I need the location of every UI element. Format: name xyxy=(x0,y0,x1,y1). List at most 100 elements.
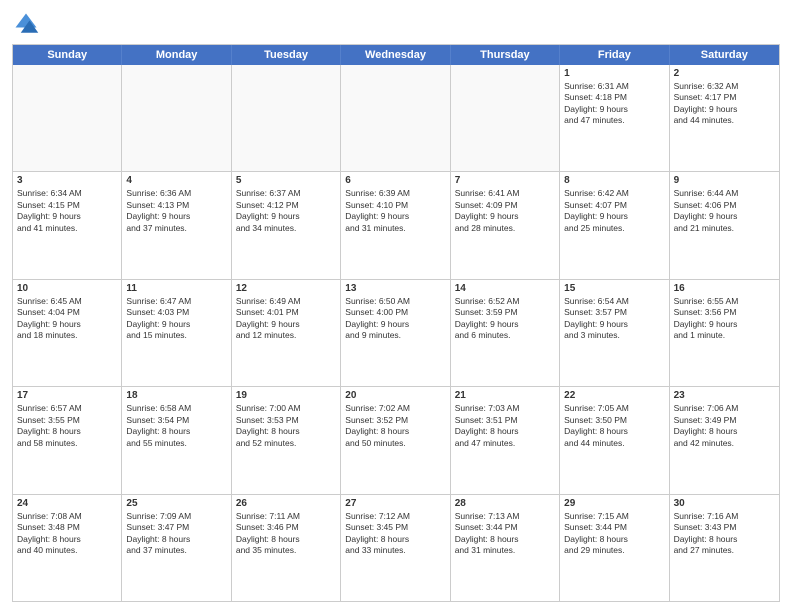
day-cell-9: 9 Sunrise: 6:44 AM Sunset: 4:06 PM Daylig… xyxy=(670,172,779,278)
day-cell-27: 27 Sunrise: 7:12 AM Sunset: 3:45 PM Dayli… xyxy=(341,495,450,601)
day-info: Sunrise: 6:50 AM Sunset: 4:00 PM Dayligh… xyxy=(345,296,445,342)
day-cell-8: 8Sunrise: 6:42 AM Sunset: 4:07 PM Daylig… xyxy=(560,172,669,278)
day-cell-empty xyxy=(451,65,560,171)
week-row-5: 24Sunrise: 7:08 AM Sunset: 3:48 PM Dayli… xyxy=(13,494,779,601)
week-row-3: 10 Sunrise: 6:45 AM Sunset: 4:04 PM Dayli… xyxy=(13,279,779,386)
day-number: 10 xyxy=(17,283,117,294)
day-cell-10: 10 Sunrise: 6:45 AM Sunset: 4:04 PM Dayli… xyxy=(13,280,122,386)
day-info: Sunrise: 7:06 AM Sunset: 3:49 PM Dayligh… xyxy=(674,403,775,449)
day-number: 27 xyxy=(345,498,445,509)
day-info: Sunrise: 6:41 AM Sunset: 4:09 PM Dayligh… xyxy=(455,188,555,234)
day-cell-1: 1 Sunrise: 6:31 AM Sunset: 4:18 PM Daylig… xyxy=(560,65,669,171)
week-row-4: 17 Sunrise: 6:57 AM Sunset: 3:55 PM Dayli… xyxy=(13,386,779,493)
day-info: Sunrise: 6:37 AM Sunset: 4:12 PM Dayligh… xyxy=(236,188,336,234)
day-number: 4 xyxy=(126,175,226,186)
day-headers: SundayMondayTuesdayWednesdayThursdayFrid… xyxy=(13,45,779,65)
day-cell-15: 15Sunrise: 6:54 AM Sunset: 3:57 PM Dayli… xyxy=(560,280,669,386)
page: SundayMondayTuesdayWednesdayThursdayFrid… xyxy=(0,0,792,612)
day-info: Sunrise: 6:57 AM Sunset: 3:55 PM Dayligh… xyxy=(17,403,117,449)
week-row-1: 1 Sunrise: 6:31 AM Sunset: 4:18 PM Daylig… xyxy=(13,65,779,171)
day-number: 1 xyxy=(564,68,664,79)
day-cell-2: 2Sunrise: 6:32 AM Sunset: 4:17 PM Daylig… xyxy=(670,65,779,171)
day-info: Sunrise: 6:52 AM Sunset: 3:59 PM Dayligh… xyxy=(455,296,555,342)
day-number: 18 xyxy=(126,390,226,401)
day-info: Sunrise: 7:16 AM Sunset: 3:43 PM Dayligh… xyxy=(674,511,775,557)
day-header-friday: Friday xyxy=(560,45,669,65)
calendar: SundayMondayTuesdayWednesdayThursdayFrid… xyxy=(12,44,780,602)
day-cell-23: 23 Sunrise: 7:06 AM Sunset: 3:49 PM Dayli… xyxy=(670,387,779,493)
day-info: Sunrise: 6:49 AM Sunset: 4:01 PM Dayligh… xyxy=(236,296,336,342)
day-cell-28: 28 Sunrise: 7:13 AM Sunset: 3:44 PM Dayli… xyxy=(451,495,560,601)
day-cell-20: 20Sunrise: 7:02 AM Sunset: 3:52 PM Dayli… xyxy=(341,387,450,493)
header xyxy=(12,10,780,38)
day-number: 2 xyxy=(674,68,775,79)
day-header-monday: Monday xyxy=(122,45,231,65)
day-number: 11 xyxy=(126,283,226,294)
day-number: 30 xyxy=(674,498,775,509)
day-number: 21 xyxy=(455,390,555,401)
day-number: 7 xyxy=(455,175,555,186)
day-info: Sunrise: 7:03 AM Sunset: 3:51 PM Dayligh… xyxy=(455,403,555,449)
day-number: 29 xyxy=(564,498,664,509)
day-cell-29: 29 Sunrise: 7:15 AM Sunset: 3:44 PM Dayli… xyxy=(560,495,669,601)
day-header-saturday: Saturday xyxy=(670,45,779,65)
day-cell-4: 4Sunrise: 6:36 AM Sunset: 4:13 PM Daylig… xyxy=(122,172,231,278)
day-info: Sunrise: 7:00 AM Sunset: 3:53 PM Dayligh… xyxy=(236,403,336,449)
day-number: 5 xyxy=(236,175,336,186)
day-number: 23 xyxy=(674,390,775,401)
day-cell-empty xyxy=(13,65,122,171)
day-cell-21: 21 Sunrise: 7:03 AM Sunset: 3:51 PM Dayli… xyxy=(451,387,560,493)
day-cell-30: 30 Sunrise: 7:16 AM Sunset: 3:43 PM Dayli… xyxy=(670,495,779,601)
day-number: 22 xyxy=(564,390,664,401)
day-number: 17 xyxy=(17,390,117,401)
day-info: Sunrise: 7:15 AM Sunset: 3:44 PM Dayligh… xyxy=(564,511,664,557)
day-info: Sunrise: 7:09 AM Sunset: 3:47 PM Dayligh… xyxy=(126,511,226,557)
week-row-2: 3Sunrise: 6:34 AM Sunset: 4:15 PM Daylig… xyxy=(13,171,779,278)
day-info: Sunrise: 6:55 AM Sunset: 3:56 PM Dayligh… xyxy=(674,296,775,342)
day-cell-25: 25Sunrise: 7:09 AM Sunset: 3:47 PM Dayli… xyxy=(122,495,231,601)
day-cell-6: 6Sunrise: 6:39 AM Sunset: 4:10 PM Daylig… xyxy=(341,172,450,278)
day-cell-3: 3Sunrise: 6:34 AM Sunset: 4:15 PM Daylig… xyxy=(13,172,122,278)
day-info: Sunrise: 6:31 AM Sunset: 4:18 PM Dayligh… xyxy=(564,81,664,127)
day-info: Sunrise: 6:42 AM Sunset: 4:07 PM Dayligh… xyxy=(564,188,664,234)
day-info: Sunrise: 6:45 AM Sunset: 4:04 PM Dayligh… xyxy=(17,296,117,342)
day-info: Sunrise: 7:13 AM Sunset: 3:44 PM Dayligh… xyxy=(455,511,555,557)
day-cell-empty xyxy=(341,65,450,171)
day-info: Sunrise: 6:58 AM Sunset: 3:54 PM Dayligh… xyxy=(126,403,226,449)
day-cell-empty xyxy=(122,65,231,171)
day-cell-5: 5 Sunrise: 6:37 AM Sunset: 4:12 PM Daylig… xyxy=(232,172,341,278)
day-info: Sunrise: 7:05 AM Sunset: 3:50 PM Dayligh… xyxy=(564,403,664,449)
day-cell-empty xyxy=(232,65,341,171)
day-info: Sunrise: 7:02 AM Sunset: 3:52 PM Dayligh… xyxy=(345,403,445,449)
day-number: 16 xyxy=(674,283,775,294)
day-info: Sunrise: 6:47 AM Sunset: 4:03 PM Dayligh… xyxy=(126,296,226,342)
day-number: 28 xyxy=(455,498,555,509)
day-number: 26 xyxy=(236,498,336,509)
day-number: 19 xyxy=(236,390,336,401)
day-cell-13: 13 Sunrise: 6:50 AM Sunset: 4:00 PM Dayli… xyxy=(341,280,450,386)
day-number: 9 xyxy=(674,175,775,186)
logo xyxy=(12,10,44,38)
day-header-sunday: Sunday xyxy=(13,45,122,65)
day-info: Sunrise: 6:39 AM Sunset: 4:10 PM Dayligh… xyxy=(345,188,445,234)
day-cell-26: 26 Sunrise: 7:11 AM Sunset: 3:46 PM Dayli… xyxy=(232,495,341,601)
weeks: 1 Sunrise: 6:31 AM Sunset: 4:18 PM Daylig… xyxy=(13,65,779,601)
day-cell-16: 16 Sunrise: 6:55 AM Sunset: 3:56 PM Dayli… xyxy=(670,280,779,386)
day-info: Sunrise: 7:08 AM Sunset: 3:48 PM Dayligh… xyxy=(17,511,117,557)
day-cell-18: 18 Sunrise: 6:58 AM Sunset: 3:54 PM Dayli… xyxy=(122,387,231,493)
day-info: Sunrise: 7:11 AM Sunset: 3:46 PM Dayligh… xyxy=(236,511,336,557)
logo-icon xyxy=(12,10,40,38)
day-number: 14 xyxy=(455,283,555,294)
day-number: 13 xyxy=(345,283,445,294)
day-number: 15 xyxy=(564,283,664,294)
day-info: Sunrise: 6:34 AM Sunset: 4:15 PM Dayligh… xyxy=(17,188,117,234)
day-number: 12 xyxy=(236,283,336,294)
day-info: Sunrise: 6:44 AM Sunset: 4:06 PM Dayligh… xyxy=(674,188,775,234)
day-cell-11: 11 Sunrise: 6:47 AM Sunset: 4:03 PM Dayli… xyxy=(122,280,231,386)
day-header-wednesday: Wednesday xyxy=(341,45,450,65)
day-cell-22: 22 Sunrise: 7:05 AM Sunset: 3:50 PM Dayli… xyxy=(560,387,669,493)
day-cell-19: 19 Sunrise: 7:00 AM Sunset: 3:53 PM Dayli… xyxy=(232,387,341,493)
day-cell-7: 7 Sunrise: 6:41 AM Sunset: 4:09 PM Daylig… xyxy=(451,172,560,278)
day-cell-24: 24Sunrise: 7:08 AM Sunset: 3:48 PM Dayli… xyxy=(13,495,122,601)
day-info: Sunrise: 7:12 AM Sunset: 3:45 PM Dayligh… xyxy=(345,511,445,557)
